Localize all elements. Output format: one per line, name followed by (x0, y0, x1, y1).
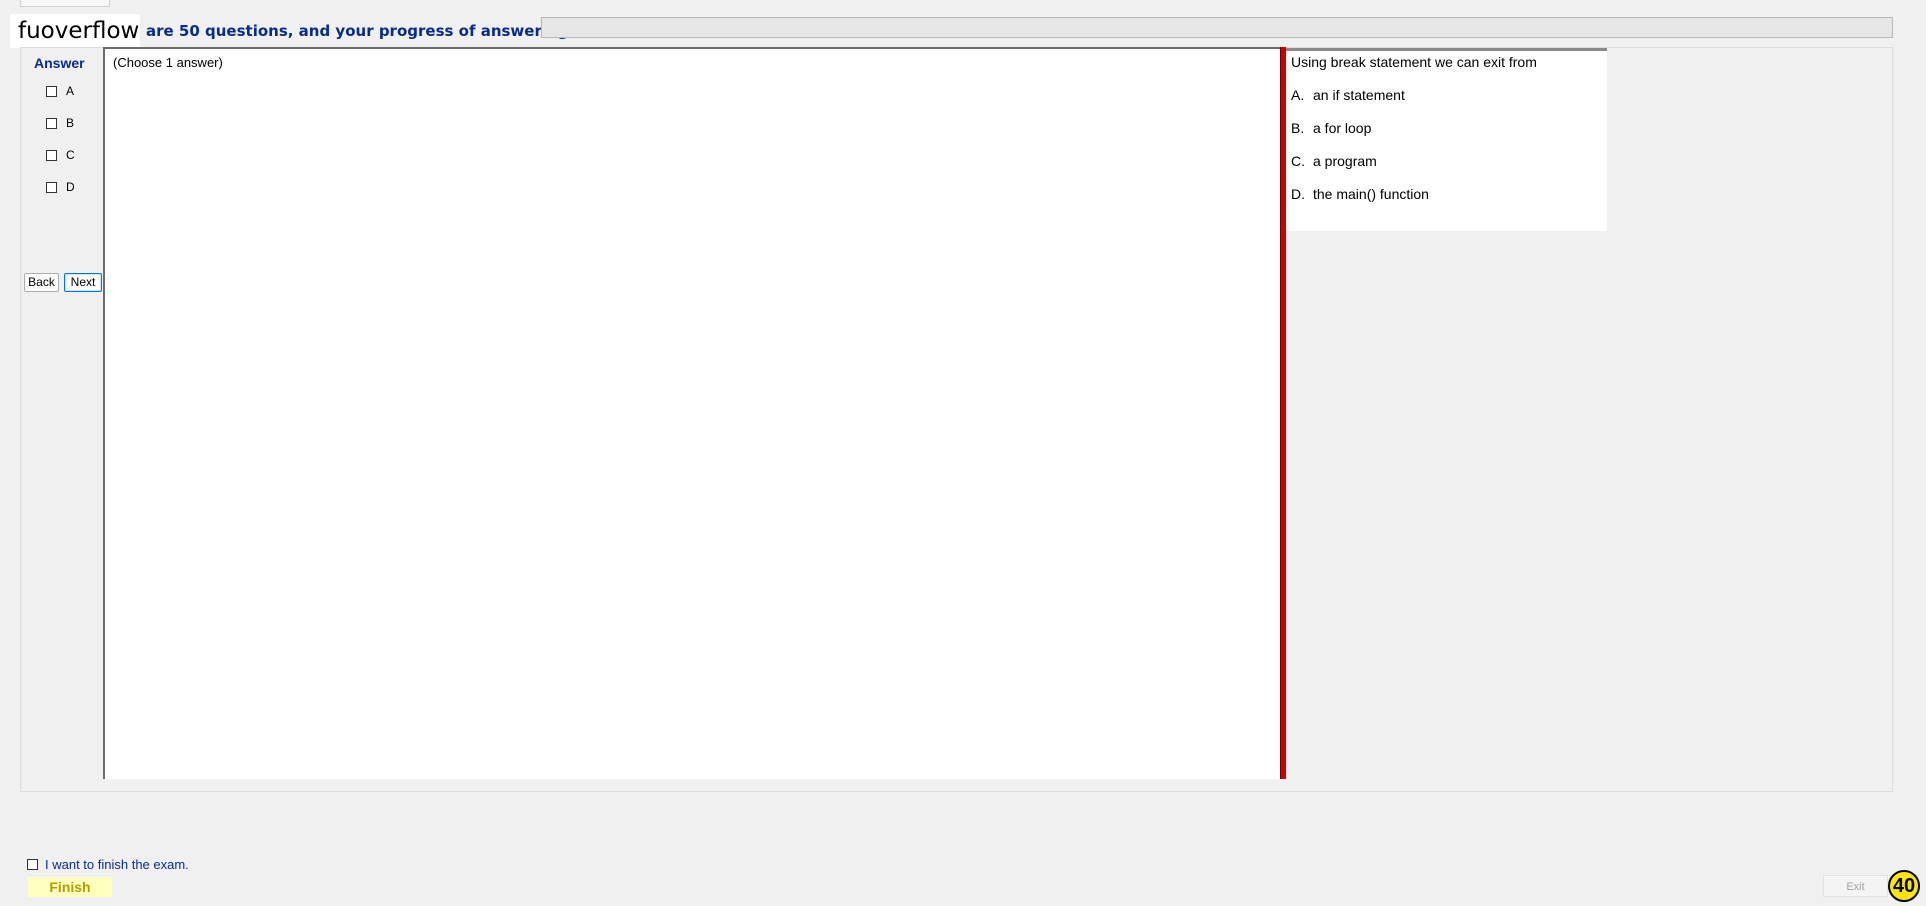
choice-text: a program (1313, 153, 1377, 169)
question-choice-b: B. a for loop (1291, 120, 1371, 136)
question-choice-a: A. an if statement (1291, 87, 1405, 103)
answer-checkbox-c[interactable] (46, 149, 57, 161)
finish-confirm[interactable]: I want to finish the exam. (27, 857, 189, 872)
count-badge: 40 (1888, 870, 1920, 902)
answer-option-b[interactable]: B (46, 116, 74, 130)
answer-option-label: C (66, 148, 75, 162)
watermark-logo: fuoverflow (10, 14, 140, 48)
answer-checkbox-d[interactable] (46, 181, 57, 193)
choice-text: an if statement (1313, 87, 1405, 103)
next-button[interactable]: Next (64, 273, 102, 292)
question-choice-c: C. a program (1291, 153, 1377, 169)
choose-hint: (Choose 1 answer) (113, 55, 223, 70)
question-box: Using break statement we can exit from A… (1286, 48, 1607, 231)
window-tab[interactable] (20, 0, 110, 7)
answer-option-label: B (66, 116, 75, 130)
progress-label: are 50 questions, and your progress of a… (146, 22, 588, 40)
finish-confirm-label[interactable]: I want to finish the exam. (45, 857, 189, 872)
choice-letter: A. (1291, 87, 1305, 103)
answer-option-d[interactable]: D (46, 180, 75, 194)
choice-text: a for loop (1313, 120, 1372, 136)
finish-button[interactable]: Finish (28, 877, 112, 897)
finish-confirm-checkbox[interactable] (27, 859, 38, 870)
answer-checkbox-b[interactable] (46, 117, 57, 129)
answer-checkbox-a[interactable] (46, 85, 57, 97)
choice-letter: C. (1291, 153, 1305, 169)
answer-option-label: A (66, 84, 75, 98)
answer-option-c[interactable]: C (46, 148, 75, 162)
question-choice-d: D. the main() function (1291, 186, 1429, 202)
answer-option-a[interactable]: A (46, 84, 74, 98)
back-button[interactable]: Back (24, 273, 59, 292)
progress-bar (541, 17, 1893, 38)
exit-button[interactable]: Exit (1823, 875, 1888, 897)
answer-heading: Answer (34, 55, 85, 71)
choice-letter: D. (1291, 186, 1305, 202)
answer-option-label: D (66, 180, 75, 194)
answer-canvas: (Choose 1 answer) (103, 47, 1281, 779)
choice-text: the main() function (1313, 186, 1429, 202)
question-text: Using break statement we can exit from (1291, 54, 1537, 70)
choice-letter: B. (1291, 120, 1305, 136)
